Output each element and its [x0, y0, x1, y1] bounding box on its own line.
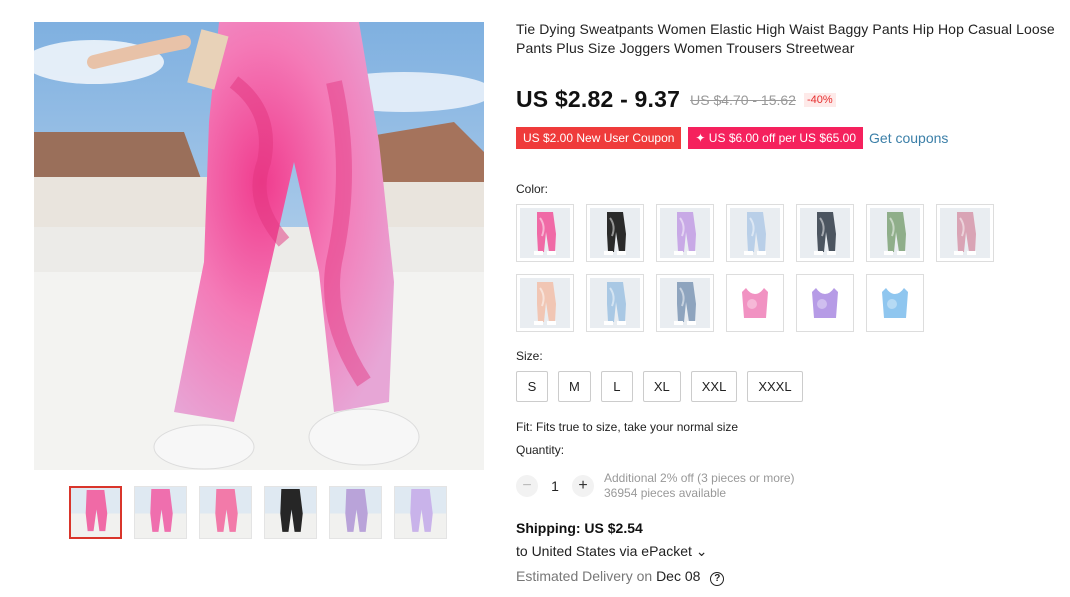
color-swatch[interactable]: [726, 204, 784, 262]
color-swatch[interactable]: [796, 274, 854, 332]
color-swatch[interactable]: [796, 204, 854, 262]
gallery-thumbnail[interactable]: [329, 486, 382, 539]
size-options: S M L XL XXL XXXL: [516, 371, 803, 402]
color-swatch[interactable]: [656, 274, 714, 332]
color-swatch[interactable]: [656, 204, 714, 262]
new-user-coupon[interactable]: US $2.00 New User Coupon: [516, 127, 682, 149]
quantity-notes: Additional 2% off (3 pieces or more) 369…: [604, 471, 795, 501]
delivery-label: Estimated Delivery on: [516, 568, 653, 584]
quantity-stepper: − 1 + Additional 2% off (3 pieces or mor…: [516, 471, 795, 501]
delivery-date: Dec 08: [656, 568, 701, 584]
shipping-cost: Shipping: US $2.54: [516, 520, 643, 536]
fit-note: Fit: Fits true to size, take your normal…: [516, 420, 739, 434]
get-coupons-link[interactable]: Get coupons: [869, 130, 948, 146]
original-price: US $4.70 - 15.62: [690, 91, 796, 108]
gallery-thumbnail[interactable]: [394, 486, 447, 539]
price-row: US $2.82 - 9.37 US $4.70 - 15.62 -40%: [516, 86, 836, 113]
size-option-xxxl[interactable]: XXXL: [747, 371, 803, 402]
color-label: Color:: [516, 182, 549, 196]
main-product-image[interactable]: [34, 22, 484, 470]
size-option-xxl[interactable]: XXL: [690, 371, 738, 402]
color-swatch[interactable]: [516, 204, 574, 262]
color-swatch[interactable]: [866, 204, 924, 262]
gallery-thumbnail[interactable]: [69, 486, 122, 539]
size-option-xl[interactable]: XL: [642, 371, 681, 402]
size-option-m[interactable]: M: [558, 371, 591, 402]
color-swatch[interactable]: [726, 274, 784, 332]
gallery-thumbnail[interactable]: [199, 486, 252, 539]
current-price: US $2.82 - 9.37: [516, 86, 681, 112]
product-title: Tie Dying Sweatpants Women Elastic High …: [516, 21, 1055, 56]
quantity-input[interactable]: 1: [538, 478, 572, 494]
color-swatch[interactable]: [586, 274, 644, 332]
color-swatch[interactable]: [866, 274, 924, 332]
shipping-destination-selector[interactable]: to United States via ePacket ⌄: [516, 543, 708, 560]
stock-available: 36954 pieces available: [604, 486, 727, 500]
quantity-plus-button[interactable]: +: [572, 475, 594, 497]
gallery-thumbnail[interactable]: [134, 486, 187, 539]
coupon-row: US $2.00 New User Coupon ✦ US $6.00 off …: [516, 127, 948, 149]
quantity-label: Quantity:: [516, 443, 565, 457]
color-swatch[interactable]: [586, 204, 644, 262]
estimated-delivery: Estimated Delivery on Dec 08 ?: [516, 568, 725, 586]
discount-badge: -40%: [803, 92, 836, 107]
quantity-minus-button[interactable]: −: [516, 475, 538, 497]
thumbnail-strip: [69, 486, 447, 539]
help-icon[interactable]: ?: [710, 572, 725, 586]
size-option-l[interactable]: L: [600, 371, 633, 402]
size-option-s[interactable]: S: [516, 371, 548, 402]
bulk-discount-note: Additional 2% off (3 pieces or more): [604, 471, 795, 485]
gallery-thumbnail[interactable]: [264, 486, 317, 539]
size-label: Size:: [516, 349, 543, 363]
store-coupon[interactable]: ✦ US $6.00 off per US $65.00: [688, 127, 864, 149]
color-swatch[interactable]: [516, 274, 574, 332]
product-info: Tie Dying Sweatpants Women Elastic High …: [516, 20, 1066, 586]
color-swatch[interactable]: [936, 204, 994, 262]
